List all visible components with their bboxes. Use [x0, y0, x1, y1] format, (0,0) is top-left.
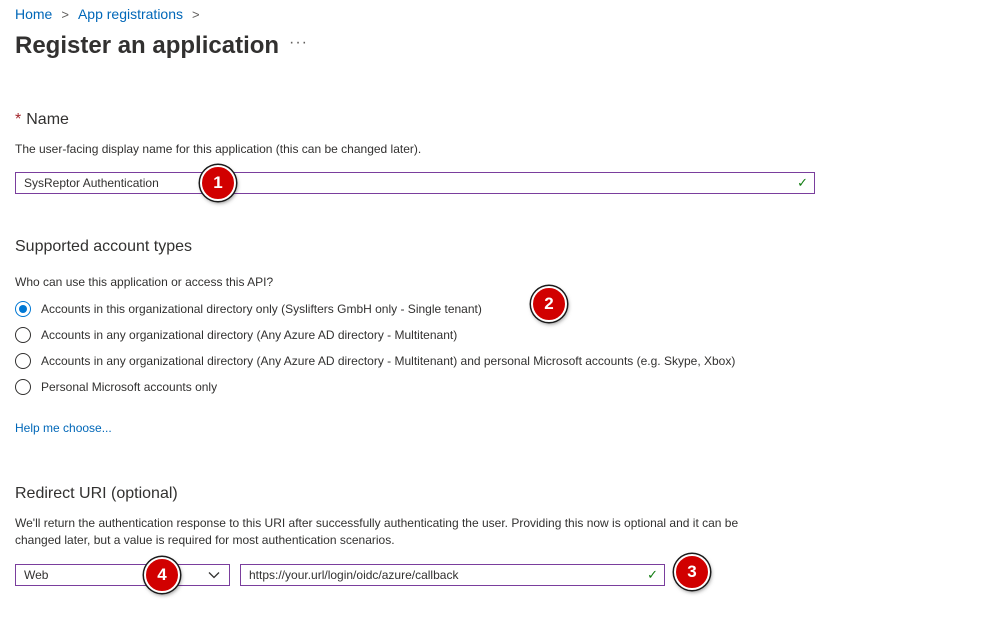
breadcrumb-home-link[interactable]: Home: [15, 6, 52, 22]
name-heading-label: Name: [26, 111, 69, 128]
checkmark-icon: ✓: [647, 567, 658, 582]
account-type-option-label: Accounts in any organizational directory…: [41, 328, 458, 342]
radio-unselected-icon[interactable]: [15, 379, 31, 395]
redirect-uri-description-line1: We'll return the authentication response…: [15, 516, 739, 530]
breadcrumb: Home > App registrations >: [15, 6, 209, 22]
redirect-uri-description-line2: changed later, but a value is required f…: [15, 533, 395, 547]
redirect-uri-heading: Redirect URI (optional): [15, 485, 178, 502]
radio-selected-icon[interactable]: [15, 301, 31, 317]
redirect-uri-input[interactable]: https://your.url/login/oidc/azure/callba…: [240, 564, 665, 586]
account-type-option-label: Personal Microsoft accounts only: [41, 380, 218, 394]
annotation-badge-4: 4: [144, 557, 180, 593]
platform-select-value: Web: [24, 568, 49, 582]
more-options-button[interactable]: ···: [289, 34, 308, 52]
annotation-badge-1: 1: [200, 165, 236, 201]
radio-unselected-icon[interactable]: [15, 327, 31, 343]
account-type-option-multitenant-personal[interactable]: Accounts in any organizational directory…: [15, 353, 735, 369]
required-marker: *: [15, 111, 22, 128]
breadcrumb-separator: >: [192, 6, 200, 22]
platform-select[interactable]: Web: [15, 564, 230, 586]
name-input-value: SysReptor Authentication: [24, 176, 159, 190]
chevron-down-icon: [207, 568, 221, 588]
page-title: Register an application: [15, 32, 280, 59]
annotation-badge-2: 2: [531, 286, 567, 322]
redirect-uri-input-value: https://your.url/login/oidc/azure/callba…: [249, 568, 459, 582]
breadcrumb-app-registrations-link[interactable]: App registrations: [78, 6, 183, 22]
account-type-option-personal-only[interactable]: Personal Microsoft accounts only: [15, 379, 217, 395]
account-type-option-single-tenant[interactable]: Accounts in this organizational director…: [15, 301, 482, 317]
radio-unselected-icon[interactable]: [15, 353, 31, 369]
breadcrumb-separator: >: [61, 6, 69, 22]
account-type-option-multitenant[interactable]: Accounts in any organizational directory…: [15, 327, 457, 343]
account-type-option-label: Accounts in this organizational director…: [41, 302, 482, 316]
help-me-choose-link[interactable]: Help me choose...: [15, 421, 112, 435]
annotation-badge-3: 3: [674, 554, 710, 590]
account-types-heading: Supported account types: [15, 238, 193, 255]
name-heading: * Name: [15, 111, 69, 129]
checkmark-icon: ✓: [797, 175, 808, 190]
name-description: The user-facing display name for this ap…: [15, 142, 422, 156]
account-types-question: Who can use this application or access t…: [15, 275, 274, 289]
name-input[interactable]: SysReptor Authentication ✓: [15, 172, 815, 194]
account-type-option-label: Accounts in any organizational directory…: [41, 354, 736, 368]
